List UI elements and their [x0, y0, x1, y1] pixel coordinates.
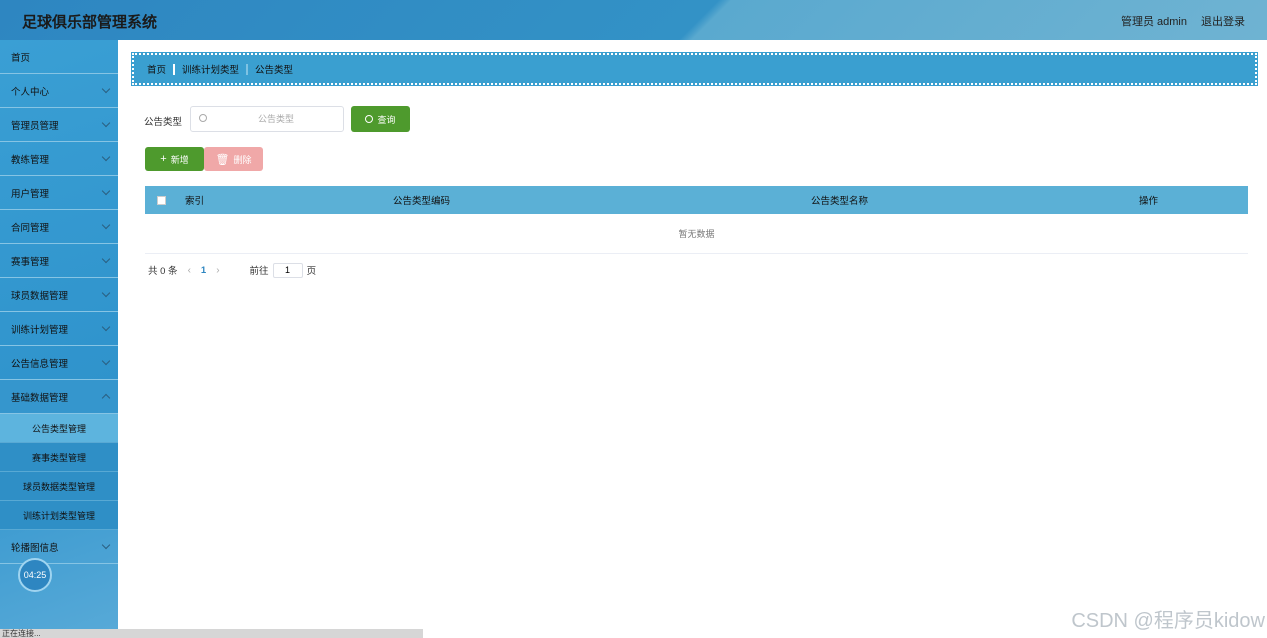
chevron-down-icon	[101, 356, 111, 366]
pagination-current-page[interactable]: 1	[201, 265, 206, 276]
chevron-down-icon	[101, 540, 111, 550]
submenu-item-notice-type[interactable]: 公告类型管理	[0, 414, 118, 443]
sidebar-item-label: 管理员管理	[11, 120, 59, 132]
sidebar-item-home[interactable]: 首页	[0, 40, 118, 74]
sidebar-item-admin[interactable]: 管理员管理	[0, 108, 118, 142]
select-all-checkbox[interactable]	[157, 195, 166, 205]
sidebar-item-label: 球员数据管理	[11, 290, 69, 302]
chevron-down-icon	[101, 186, 111, 196]
browser-status-bar: 正在连接...	[0, 629, 423, 638]
search-field[interactable]	[190, 106, 344, 132]
search-label: 公告类型	[144, 117, 183, 128]
breadcrumb-separator	[246, 63, 249, 75]
search-input[interactable]	[213, 110, 339, 128]
chevron-down-icon	[101, 84, 111, 94]
sidebar-item-label: 基础数据管理	[11, 392, 69, 404]
submenu-base-data: 公告类型管理 赛事类型管理 球员数据类型管理 训练计划类型管理	[0, 414, 118, 530]
sidebar-item-label: 个人中心	[11, 86, 50, 98]
sidebar-item-label: 训练计划管理	[11, 324, 69, 336]
chevron-down-icon	[101, 322, 111, 332]
sidebar-item-label: 首页	[11, 52, 31, 64]
sidebar-item-label: 用户管理	[11, 188, 50, 200]
sidebar-item-base-data[interactable]: 基础数据管理	[0, 380, 118, 414]
top-header: 足球俱乐部管理系统 管理员 admin 退出登录	[0, 0, 1267, 40]
submenu-item-player-data-type[interactable]: 球员数据类型管理	[0, 472, 118, 501]
submenu-item-match-type[interactable]: 赛事类型管理	[0, 443, 118, 472]
current-user: 管理员 admin	[1120, 16, 1187, 28]
sidebar: 首页 个人中心 管理员管理 教练管理 用户管理 合同管理 赛事管理 球员数据管理…	[0, 40, 118, 638]
breadcrumb-level2[interactable]: 训练计划类型	[182, 62, 239, 76]
chevron-down-icon	[101, 254, 111, 264]
query-button-label: 查询	[377, 114, 396, 125]
column-header-code: 公告类型编码	[393, 196, 451, 207]
breadcrumb-home[interactable]: 首页	[147, 62, 166, 76]
sidebar-item-contract[interactable]: 合同管理	[0, 210, 118, 244]
breadcrumb-current: 公告类型	[255, 65, 294, 76]
chevron-down-icon	[101, 220, 111, 230]
chevron-left-icon[interactable]: ‹	[188, 265, 191, 276]
chevron-down-icon	[101, 288, 111, 298]
pagination-goto-label: 前往	[249, 266, 269, 277]
column-header-index: 索引	[185, 196, 205, 207]
query-button[interactable]: 查询	[351, 106, 410, 132]
app-title: 足球俱乐部管理系统	[22, 14, 158, 31]
delete-button-label: 删除	[233, 154, 252, 165]
pagination-total: 共 0 条	[148, 266, 178, 277]
chevron-up-icon	[101, 393, 111, 403]
sidebar-item-label: 赛事管理	[11, 256, 50, 268]
data-table: 索引 公告类型编码 公告类型名称 操作 暂无数据	[145, 186, 1248, 254]
empty-state: 暂无数据	[145, 214, 1248, 254]
sidebar-item-carousel[interactable]: 轮播图信息	[0, 530, 118, 564]
chevron-right-icon[interactable]: ›	[216, 265, 219, 276]
submenu-item-training-type[interactable]: 训练计划类型管理	[0, 501, 118, 530]
search-icon	[365, 115, 374, 123]
sidebar-item-label: 轮播图信息	[11, 542, 59, 554]
chevron-down-icon	[101, 152, 111, 162]
add-button[interactable]: + 新增	[145, 147, 204, 171]
sidebar-item-profile[interactable]: 个人中心	[0, 74, 118, 108]
add-button-label: 新增	[170, 154, 189, 165]
sidebar-item-users[interactable]: 用户管理	[0, 176, 118, 210]
sidebar-item-coach[interactable]: 教练管理	[0, 142, 118, 176]
chevron-down-icon	[101, 118, 111, 128]
watermark: CSDN @程序员kidow	[1071, 610, 1265, 632]
pagination-page-suffix: 页	[306, 266, 317, 277]
breadcrumb-separator	[173, 63, 176, 75]
pagination: 共 0 条 ‹ 1 › 前往 页	[148, 262, 316, 278]
search-icon	[199, 114, 207, 122]
pagination-page-input[interactable]	[272, 262, 303, 278]
breadcrumb: 首页 训练计划类型 公告类型	[131, 52, 1258, 86]
clock-badge: 04:25	[18, 558, 52, 592]
sidebar-item-label: 公告信息管理	[11, 358, 69, 370]
sidebar-item-match[interactable]: 赛事管理	[0, 244, 118, 278]
sidebar-item-notice[interactable]: 公告信息管理	[0, 346, 118, 380]
sidebar-item-label: 教练管理	[11, 154, 50, 166]
delete-button[interactable]: 🗑 删除	[204, 147, 263, 171]
logout-link[interactable]: 退出登录	[1201, 13, 1245, 29]
column-header-name: 公告类型名称	[811, 196, 869, 207]
table-header: 索引 公告类型编码 公告类型名称 操作	[145, 186, 1248, 214]
sidebar-item-player-data[interactable]: 球员数据管理	[0, 278, 118, 312]
sidebar-item-label: 合同管理	[11, 222, 50, 234]
sidebar-item-training[interactable]: 训练计划管理	[0, 312, 118, 346]
trash-icon: 🗑	[215, 153, 230, 166]
plus-icon: +	[160, 153, 167, 165]
column-header-operation: 操作	[1139, 196, 1159, 207]
